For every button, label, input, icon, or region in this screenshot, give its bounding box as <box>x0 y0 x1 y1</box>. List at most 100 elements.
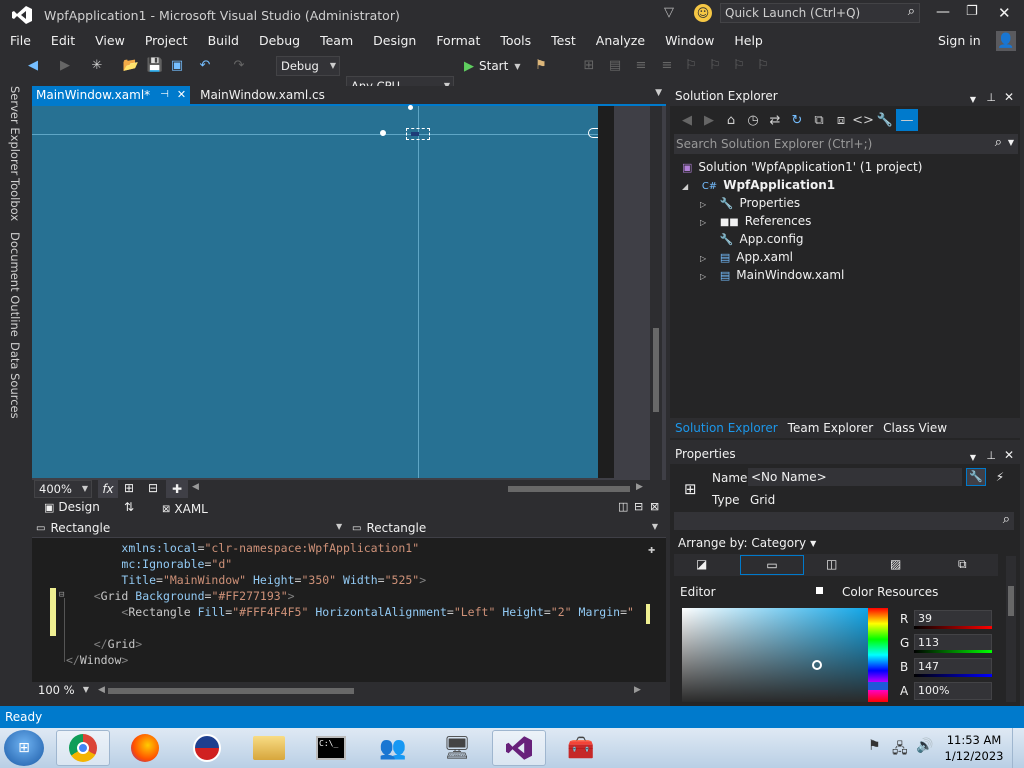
back-arrow-icon[interactable]: ◀ <box>22 54 44 76</box>
margin-handle-top[interactable] <box>408 105 413 110</box>
code-line[interactable]: </Window> <box>66 652 128 668</box>
quick-launch-box[interactable]: Quick Launch (Ctrl+Q) ⌕ <box>720 3 920 23</box>
horizontal-split-icon[interactable]: ⊟ <box>634 500 643 513</box>
menu-view[interactable]: View <box>85 30 135 52</box>
menu-build[interactable]: Build <box>198 30 249 52</box>
design-canvas[interactable] <box>32 105 604 478</box>
menu-format[interactable]: Format <box>426 30 490 52</box>
editor-label[interactable]: Editor <box>680 585 716 599</box>
tab-class-view[interactable]: Class View <box>878 421 952 435</box>
fx-button[interactable]: fx <box>98 480 118 498</box>
image-brush-icon[interactable]: ▨ <box>890 557 901 571</box>
system-clock[interactable]: 11:53 AM 1/12/2023 <box>942 732 1006 764</box>
taskbar-firefox[interactable] <box>118 730 172 766</box>
code-line[interactable]: <Rectangle Fill="#FFF4F4F5" HorizontalAl… <box>66 604 634 620</box>
show-all-files-icon[interactable]: ⧈ <box>830 109 852 131</box>
tree-item-properties[interactable]: ▷ 🔧 Properties <box>700 194 800 212</box>
expanded-arrow-icon[interactable]: ◢ <box>682 178 692 196</box>
properties-search-box[interactable]: ⌕ <box>674 512 1014 530</box>
search-icon[interactable]: ⌕ <box>995 135 1002 150</box>
snap-lines-icon[interactable]: ✚ <box>166 480 188 498</box>
green-slider[interactable] <box>914 650 992 653</box>
volume-icon[interactable]: 🔊 <box>916 738 933 754</box>
clear-bookmarks-icon[interactable]: ⚐ <box>752 54 774 76</box>
sync-icon[interactable]: ⇄ <box>764 109 786 131</box>
tree-item-references[interactable]: ▷ ■■ References <box>700 212 811 230</box>
feedback-smiley-icon[interactable]: ☺ <box>694 4 712 22</box>
taskbar-chrome[interactable] <box>56 730 110 766</box>
scroll-right-icon[interactable]: ▶ <box>636 482 643 492</box>
tab-mainwindow-xaml[interactable]: MainWindow.xaml* ⊣ ✕ <box>32 86 191 104</box>
collapsed-arrow-icon[interactable]: ▷ <box>700 268 710 286</box>
taskbar-app-circle[interactable] <box>180 730 234 766</box>
close-tab-icon[interactable]: ✕ <box>177 86 186 104</box>
start-debug-button[interactable]: ▶ Start ▼ <box>464 56 520 76</box>
grid-icon[interactable]: ⊞ <box>124 481 134 495</box>
align-left-icon[interactable]: ≡ <box>630 54 652 76</box>
scroll-thumb[interactable] <box>653 328 659 412</box>
refresh-icon[interactable]: ↻ <box>786 109 808 131</box>
action-center-flag-icon[interactable]: ⚑ <box>868 738 881 754</box>
margin-handle-left[interactable] <box>380 130 386 136</box>
code-line[interactable]: xmlns:local="clr-namespace:WpfApplicatio… <box>66 540 419 556</box>
panel-menu-icon[interactable]: ▼ <box>970 448 976 468</box>
menu-project[interactable]: Project <box>135 30 198 52</box>
pin-icon[interactable]: ⊥ <box>986 88 996 108</box>
align-right-icon[interactable]: ≡ <box>656 54 678 76</box>
vertical-split-icon[interactable]: ◫ <box>618 500 628 513</box>
bookmark-icon[interactable]: ⚐ <box>680 54 702 76</box>
collapse-all-icon[interactable]: ⧉ <box>808 109 830 131</box>
color-picker-area[interactable] <box>682 608 868 702</box>
horizontal-scroll-thumb[interactable] <box>108 688 354 694</box>
design-tab[interactable]: ▣ Design <box>44 500 100 514</box>
swap-panes-icon[interactable]: ⇅ <box>124 500 134 514</box>
menu-edit[interactable]: Edit <box>41 30 85 52</box>
horizontal-scroll-thumb[interactable] <box>508 486 630 492</box>
zoom-dropdown[interactable]: 400% ▼ <box>34 480 92 498</box>
menu-debug[interactable]: Debug <box>249 30 310 52</box>
tree-solution[interactable]: ▣ Solution 'WpfApplication1' (1 project) <box>682 158 922 176</box>
blue-slider[interactable] <box>914 674 992 677</box>
view-code-icon[interactable]: <> <box>852 109 874 131</box>
code-line[interactable]: Title="MainWindow" Height="350" Width="5… <box>66 572 426 588</box>
undo-icon[interactable]: ↶ <box>194 54 216 76</box>
collapse-pane-icon[interactable]: ⊠ <box>650 500 659 513</box>
split-editor-icon[interactable]: ✚ <box>648 542 655 556</box>
designer-vertical-scrollbar[interactable] <box>650 106 662 480</box>
events-lightning-icon[interactable]: ⚡ <box>990 468 1010 486</box>
prev-bookmark-icon[interactable]: ⚐ <box>704 54 726 76</box>
pending-changes-icon[interactable]: ◷ <box>742 109 764 131</box>
panel-menu-icon[interactable]: ▼ <box>970 90 976 110</box>
close-panel-icon[interactable]: ✕ <box>1004 445 1014 465</box>
taskbar-network-users[interactable]: 👥 <box>366 730 420 766</box>
tree-item-mainwindow-xaml[interactable]: ▷ ▤ MainWindow.xaml <box>700 266 844 284</box>
save-all-icon[interactable]: ▣ <box>166 54 188 76</box>
find-in-files-icon[interactable]: ⚑ <box>530 54 552 76</box>
minimize-icon[interactable]: — <box>936 4 950 20</box>
code-line[interactable]: </Grid> <box>66 636 143 652</box>
selected-rectangle[interactable] <box>406 128 430 140</box>
scroll-left-icon[interactable]: ◀ <box>192 482 199 492</box>
tree-item-app-config[interactable]: 🔧 App.config <box>700 230 804 248</box>
comment-icon[interactable]: ▤ <box>604 54 626 76</box>
properties-scrollbar[interactable] <box>1006 556 1016 702</box>
scroll-right-icon[interactable]: ▶ <box>634 685 641 695</box>
right-element-selector[interactable]: ▭ Rectangle <box>352 521 426 535</box>
taskbar-file-explorer[interactable] <box>242 730 296 766</box>
tab-solution-explorer[interactable]: Solution Explorer <box>670 421 783 435</box>
scroll-left-icon[interactable]: ◀ <box>98 685 105 695</box>
forward-icon[interactable]: ▶ <box>698 109 720 131</box>
open-folder-icon[interactable]: 📂 <box>120 54 142 76</box>
tab-team-explorer[interactable]: Team Explorer <box>783 421 879 435</box>
show-desktop-button[interactable] <box>1012 728 1024 768</box>
menu-help[interactable]: Help <box>724 30 773 52</box>
chevron-down-icon[interactable]: ▼ <box>1008 138 1014 147</box>
solid-brush-icon[interactable]: ▭ <box>740 555 804 575</box>
start-button[interactable]: ⊞ <box>4 730 44 766</box>
search-icon[interactable]: ⌕ <box>908 4 915 19</box>
taskbar-command-prompt[interactable]: C:\_ <box>304 730 358 766</box>
arrange-by-dropdown[interactable]: Arrange by: Category ▼ <box>678 536 816 550</box>
save-icon[interactable]: 💾 <box>144 54 166 76</box>
layout-icon[interactable]: ⊞ <box>578 54 600 76</box>
xaml-code-editor[interactable]: ⊟ xmlns:local="clr-namespace:WpfApplicat… <box>32 538 666 682</box>
